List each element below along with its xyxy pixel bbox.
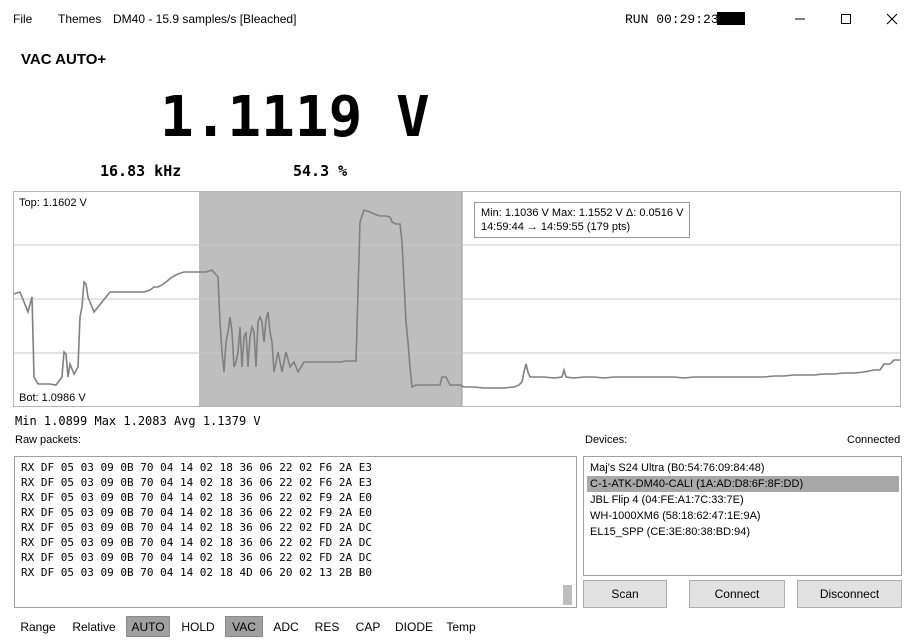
range-button[interactable]: Range [15, 616, 61, 637]
tooltip-line-2: 14:59:44 → 14:59:55 (179 pts) [481, 221, 631, 233]
res-button[interactable]: RES [309, 616, 345, 637]
frequency-readout: 16.83 kHz [100, 162, 182, 180]
temp-button[interactable]: Temp [442, 616, 480, 637]
raw-scrollbar-thumb[interactable] [563, 585, 572, 605]
minimize-icon [795, 18, 805, 20]
device-item[interactable]: Maj's S24 Ultra (B0:54:76:09:84:48) [587, 460, 899, 476]
raw-packet-line: RX DF 05 03 09 0B 70 04 14 02 18 36 06 2… [21, 551, 372, 564]
raw-packets-list[interactable]: RX DF 05 03 09 0B 70 04 14 02 18 36 06 2… [14, 456, 577, 608]
devices-label: Devices: [585, 434, 628, 446]
close-button[interactable] [869, 6, 915, 32]
selection-tooltip: Min: 1.1036 V Max: 1.1552 V Δ: 0.0516 V … [474, 202, 691, 238]
hold-button[interactable]: HOLD [176, 616, 220, 637]
stats-summary: Min 1.0899 Max 1.2083 Avg 1.1379 V [15, 414, 261, 428]
raw-packet-line: RX DF 05 03 09 0B 70 04 14 02 18 36 06 2… [21, 536, 372, 549]
duty-readout: 54.3 % [293, 162, 348, 180]
raw-packet-line: RX DF 05 03 09 0B 70 04 14 02 18 36 06 2… [21, 491, 372, 504]
maximize-button[interactable] [823, 6, 869, 32]
connect-button[interactable]: Connect [689, 580, 785, 608]
raw-packet-line: RX DF 05 03 09 0B 70 04 14 02 18 36 06 2… [21, 461, 372, 474]
main-reading: 1.1119 V [160, 85, 430, 150]
minimize-button[interactable] [777, 6, 823, 32]
scan-button[interactable]: Scan [583, 580, 667, 608]
device-item[interactable]: JBL Flip 4 (04:FE:A1:7C:33:7E) [587, 492, 899, 508]
raw-packet-line: RX DF 05 03 09 0B 70 04 14 02 18 4D 06 2… [21, 566, 372, 579]
cap-button[interactable]: CAP [350, 616, 386, 637]
maximize-icon [841, 14, 851, 24]
raw-packets-label: Raw packets: [15, 434, 82, 446]
raw-packet-line: RX DF 05 03 09 0B 70 04 14 02 18 36 06 2… [21, 476, 372, 489]
device-item[interactable]: EL15_SPP (CE:3E:80:38:BD:94) [587, 524, 899, 540]
raw-packet-line: RX DF 05 03 09 0B 70 04 14 02 18 36 06 2… [21, 506, 372, 519]
raw-packet-line: RX DF 05 03 09 0B 70 04 14 02 18 36 06 2… [21, 521, 372, 534]
waveform-plot[interactable]: Top: 1.1602 V Bot: 1.0986 V [13, 191, 901, 407]
mode-label: VAC AUTO+ [21, 51, 107, 68]
relative-button[interactable]: Relative [69, 616, 119, 637]
menu-file[interactable]: File [13, 12, 32, 26]
run-indicator [717, 12, 745, 25]
vac-button[interactable]: VAC [225, 616, 263, 637]
window-title: DM40 - 15.9 samples/s [Bleached] [113, 12, 297, 26]
device-item[interactable]: WH-1000XM6 (58:18:62:47:1E:9A) [587, 508, 899, 524]
devices-list[interactable]: Maj's S24 Ultra (B0:54:76:09:84:48) C-1-… [583, 456, 902, 576]
connection-status: Connected [847, 434, 901, 446]
diode-button[interactable]: DIODE [391, 616, 437, 637]
tooltip-line-1: Min: 1.1036 V Max: 1.1552 V Δ: 0.0516 V [481, 207, 684, 219]
plot-top-label: Top: 1.1602 V [19, 197, 87, 209]
waveform-svg [14, 192, 900, 406]
plot-bottom-label: Bot: 1.0986 V [19, 392, 86, 404]
menu-themes[interactable]: Themes [58, 12, 101, 26]
run-status: RUN 00:29:23 [625, 12, 719, 27]
disconnect-button[interactable]: Disconnect [797, 580, 902, 608]
adc-button[interactable]: ADC [268, 616, 304, 637]
auto-button[interactable]: AUTO [126, 616, 170, 637]
device-item-selected[interactable]: C-1-ATK-DM40-CALI (1A:AD:D8:6F:8F:DD) [587, 476, 899, 492]
close-icon [886, 13, 898, 25]
